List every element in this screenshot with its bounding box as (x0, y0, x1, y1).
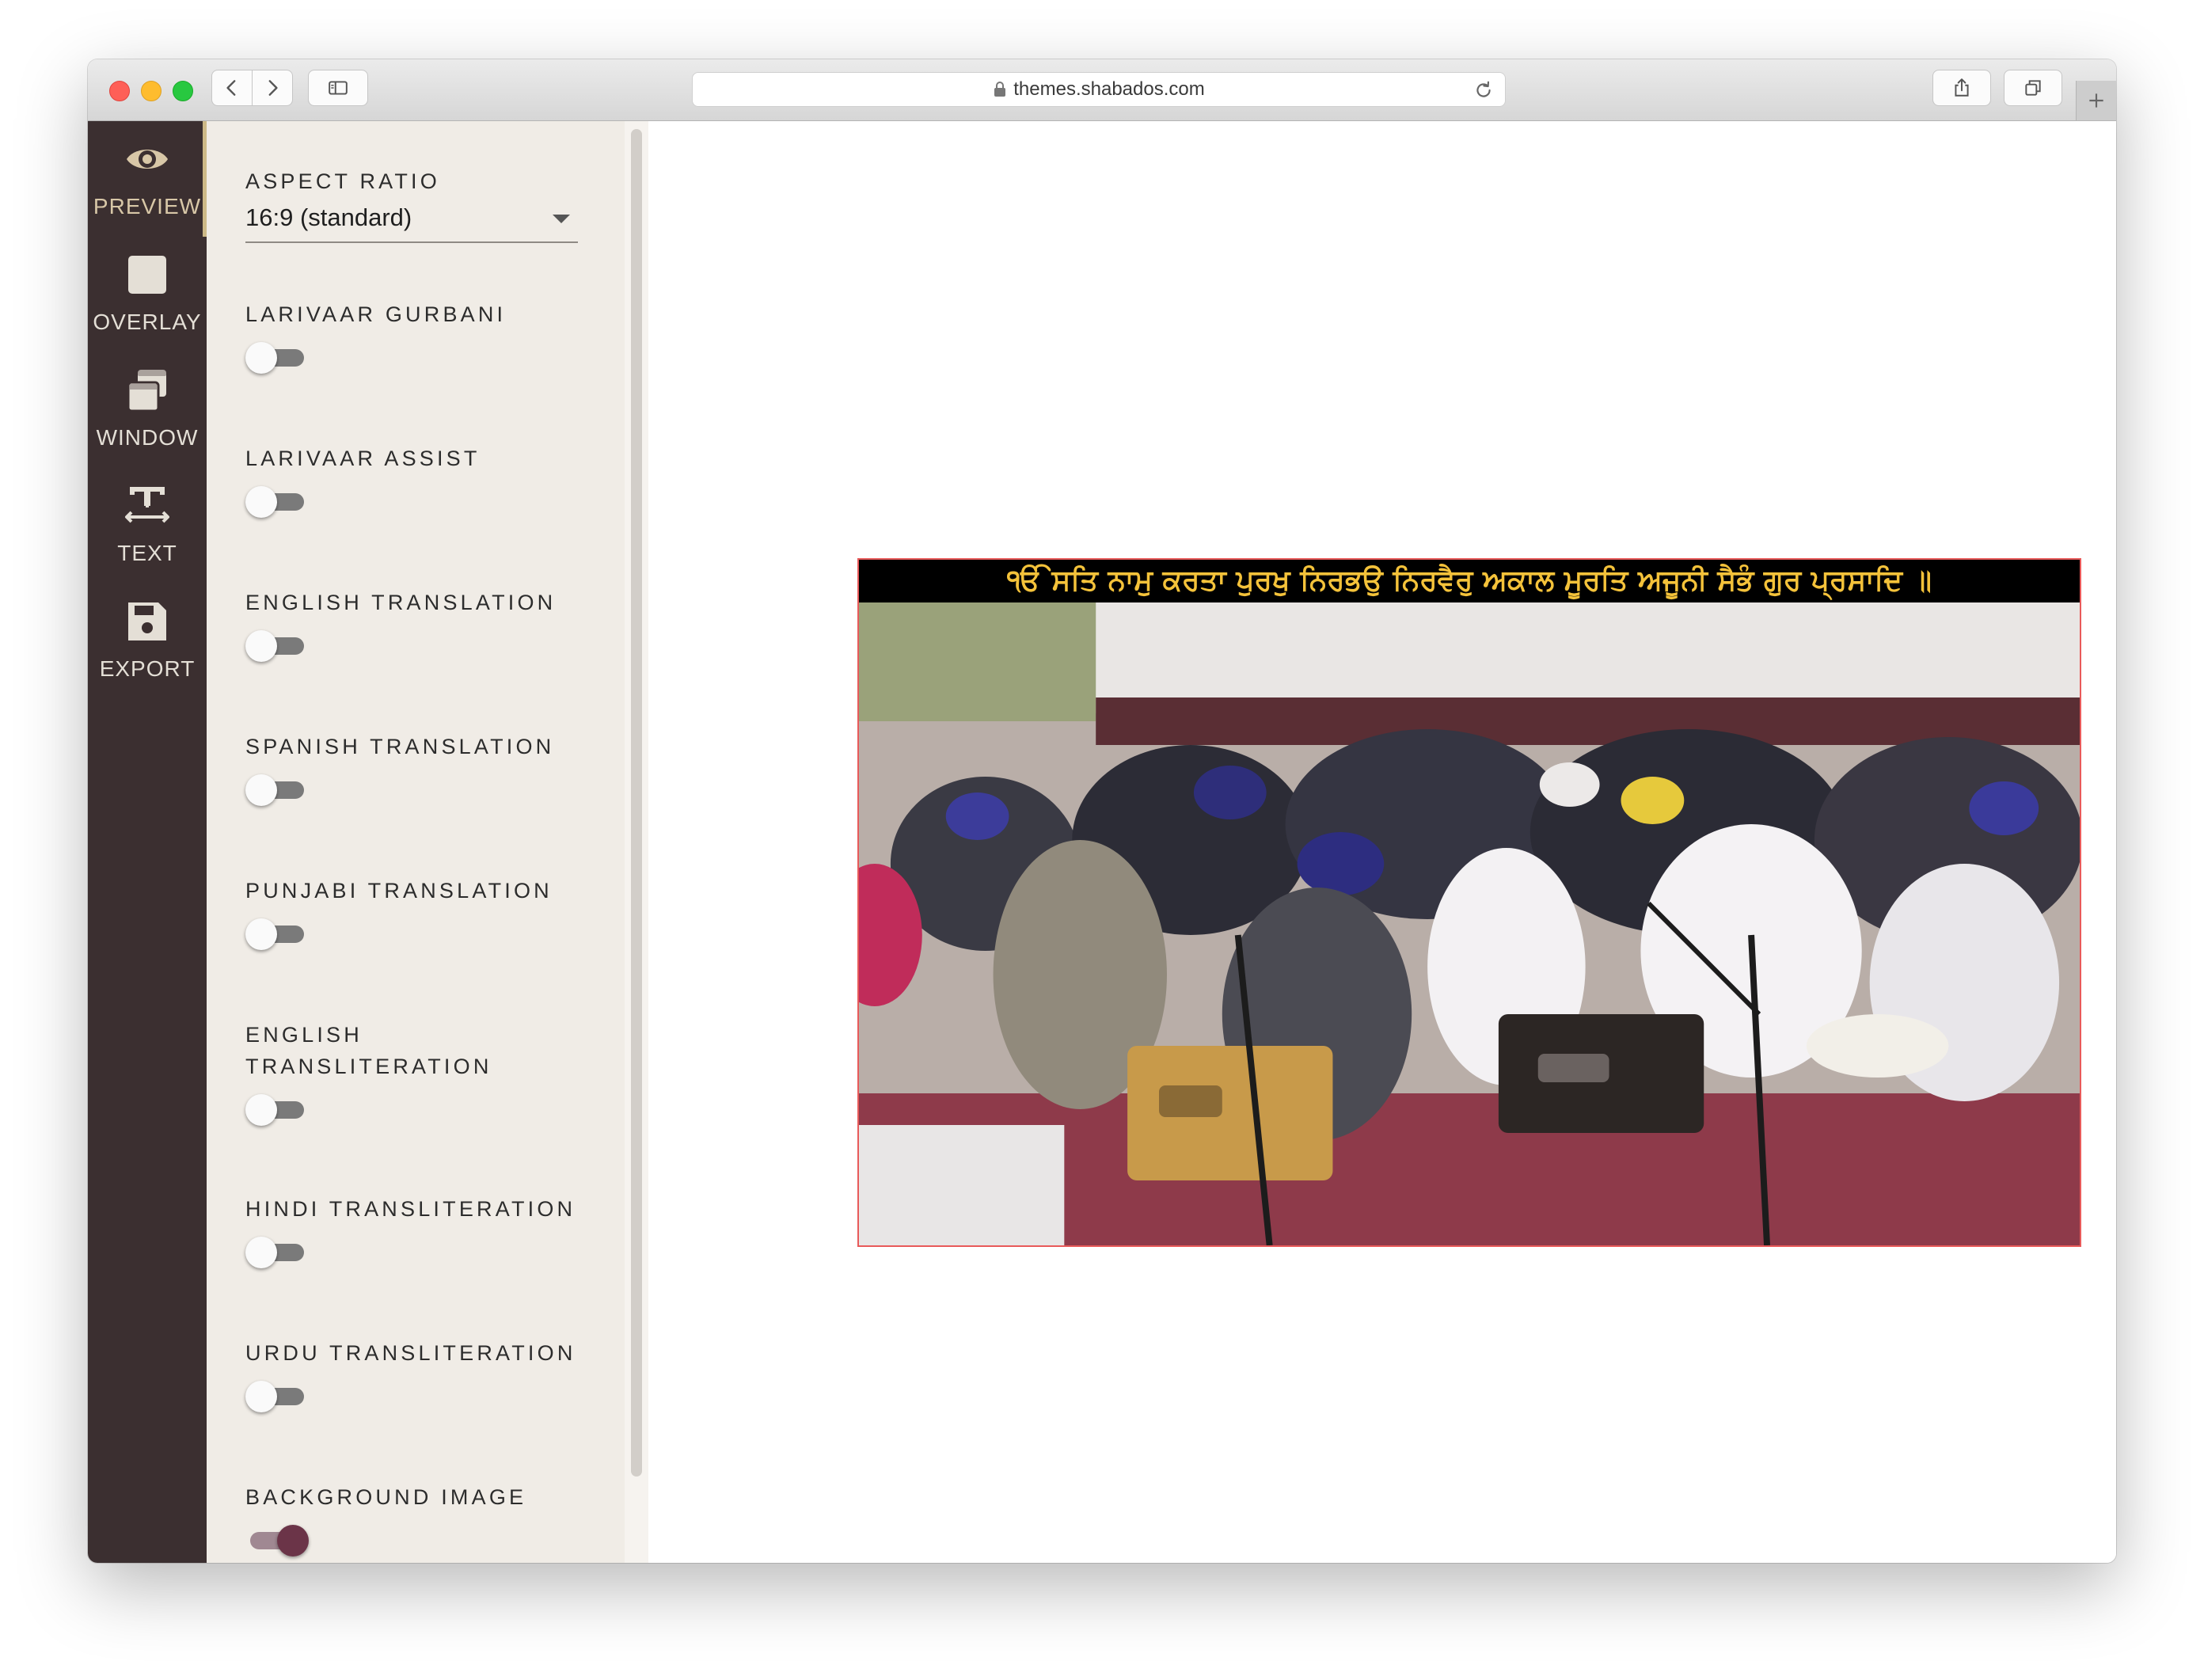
punjabi-translation-toggle[interactable] (245, 918, 309, 950)
toggle-knob (245, 486, 277, 518)
english-translation-toggle[interactable] (245, 629, 309, 662)
tabs-overview-icon (2025, 80, 2041, 96)
nav-label: WINDOW (96, 425, 199, 450)
preview-area: ੴ ਸਤਿ ਨਾਮੁ ਕਰਤਾ ਪੁਰਖੁ ਨਿਰਭਉ ਨਿਰਵੈਰੁ ਅਕਾਲ… (648, 121, 2116, 1563)
spanish-translation-toggle[interactable] (245, 773, 309, 806)
english-translation-setting: ENGLISH TRANSLATION (245, 587, 594, 662)
spanish-translation-setting: SPANISH TRANSLATION (245, 731, 594, 806)
square-icon (128, 256, 166, 294)
nav-text[interactable]: TEXT (88, 468, 207, 583)
close-window-button[interactable] (109, 81, 130, 101)
caret-down-icon (553, 215, 570, 223)
hindi-transliteration-setting: HINDI TRANSLITERATION (245, 1193, 594, 1268)
english-transliteration-toggle[interactable] (245, 1093, 309, 1126)
text-height-icon (125, 487, 169, 523)
background-image-toggle[interactable] (245, 1524, 309, 1556)
larivaar-gurbani-toggle[interactable] (245, 341, 309, 374)
address-bar[interactable]: themes.shabados.com (692, 72, 1506, 107)
settings-panel: ASPECT RATIO 16:9 (standard) LARIVAAR GU… (207, 121, 625, 1563)
setting-label: ENGLISH TRANSLITERATION (245, 1023, 492, 1078)
browser-window: themes.shabados.com PREVIEW OVERLAY WIND… (88, 59, 2116, 1563)
setting-label: ASPECT RATIO (245, 169, 440, 193)
toggle-knob (245, 342, 277, 374)
gurbani-line: ੴ ਸਤਿ ਨਾਮੁ ਕਰਤਾ ਪੁਰਖੁ ਨਿਰਭਉ ਨਿਰਵੈਰੁ ਅਕਾਲ… (859, 560, 2080, 602)
toggle-knob (245, 1381, 277, 1412)
nav-label: EXPORT (99, 656, 196, 681)
plus-icon (2089, 93, 2103, 108)
setting-label: BACKGROUND IMAGE (245, 1485, 527, 1509)
setting-label: ENGLISH TRANSLATION (245, 591, 557, 614)
sidebar-icon (329, 81, 348, 95)
scrollbar-thumb[interactable] (631, 129, 642, 1477)
aspect-ratio-value: 16:9 (standard) (245, 203, 412, 231)
new-tab-button[interactable] (2076, 81, 2116, 120)
nav-label: TEXT (117, 541, 177, 565)
urdu-transliteration-setting: URDU TRANSLITERATION (245, 1337, 594, 1412)
toggle-knob (245, 918, 277, 950)
sidebar-toggle-button[interactable] (308, 70, 368, 106)
urdu-transliteration-toggle[interactable] (245, 1380, 309, 1412)
setting-label: HINDI TRANSLITERATION (245, 1197, 576, 1221)
url-text: themes.shabados.com (1013, 78, 1205, 100)
share-icon (1955, 78, 1969, 97)
setting-label: URDU TRANSLITERATION (245, 1341, 576, 1365)
setting-label: LARIVAAR ASSIST (245, 447, 481, 470)
toggle-knob (277, 1525, 309, 1556)
minimize-window-button[interactable] (141, 81, 162, 101)
floppy-disk-icon (128, 602, 166, 640)
browser-toolbar: themes.shabados.com (88, 59, 2116, 121)
toggle-knob (245, 630, 277, 662)
show-tabs-button[interactable] (2004, 70, 2062, 106)
toggle-knob (245, 774, 277, 806)
nav-label: OVERLAY (93, 310, 202, 334)
nav-overlay[interactable]: OVERLAY (88, 237, 207, 352)
windows-icon (127, 370, 166, 412)
reload-icon[interactable] (1473, 80, 1494, 101)
theme-preview: ੴ ਸਤਿ ਨਾਮੁ ਕਰਤਾ ਪੁਰਖੁ ਨਿਰਭਉ ਨਿਰਵੈਰੁ ਅਕਾਲ… (857, 558, 2081, 1247)
setting-label: PUNJABI TRANSLATION (245, 879, 553, 903)
nav-rail: PREVIEW OVERLAY WINDOW TEXT EXPORT (88, 121, 207, 1563)
hindi-transliteration-toggle[interactable] (245, 1236, 309, 1268)
larivaar-assist-setting: LARIVAAR ASSIST (245, 443, 594, 518)
eye-icon (127, 150, 168, 169)
chevron-right-icon (268, 80, 278, 96)
nav-export[interactable]: EXPORT (88, 583, 207, 699)
aspect-ratio-setting: ASPECT RATIO 16:9 (standard) (245, 165, 594, 243)
chevron-left-icon (226, 80, 236, 96)
back-button[interactable] (211, 70, 253, 106)
lock-icon (993, 81, 1007, 98)
background-image-setting: BACKGROUND IMAGE (245, 1481, 594, 1556)
aspect-ratio-select[interactable]: 16:9 (standard) (245, 197, 578, 243)
forward-button[interactable] (252, 70, 293, 106)
background-image (859, 602, 2080, 1245)
larivaar-assist-toggle[interactable] (245, 485, 309, 518)
english-transliteration-setting: ENGLISH TRANSLITERATION (245, 1019, 546, 1126)
larivaar-gurbani-setting: LARIVAAR GURBANI (245, 298, 594, 374)
nav-preview[interactable]: PREVIEW (88, 121, 207, 237)
nav-window[interactable]: WINDOW (88, 352, 207, 468)
zoom-window-button[interactable] (173, 81, 193, 101)
setting-label: SPANISH TRANSLATION (245, 735, 555, 758)
share-button[interactable] (1932, 70, 1991, 106)
punjabi-translation-setting: PUNJABI TRANSLATION (245, 875, 594, 950)
toggle-knob (245, 1237, 277, 1268)
settings-scrollbar[interactable] (625, 121, 648, 1563)
toggle-knob (245, 1094, 277, 1126)
nav-label: PREVIEW (93, 194, 202, 219)
setting-label: LARIVAAR GURBANI (245, 302, 507, 326)
